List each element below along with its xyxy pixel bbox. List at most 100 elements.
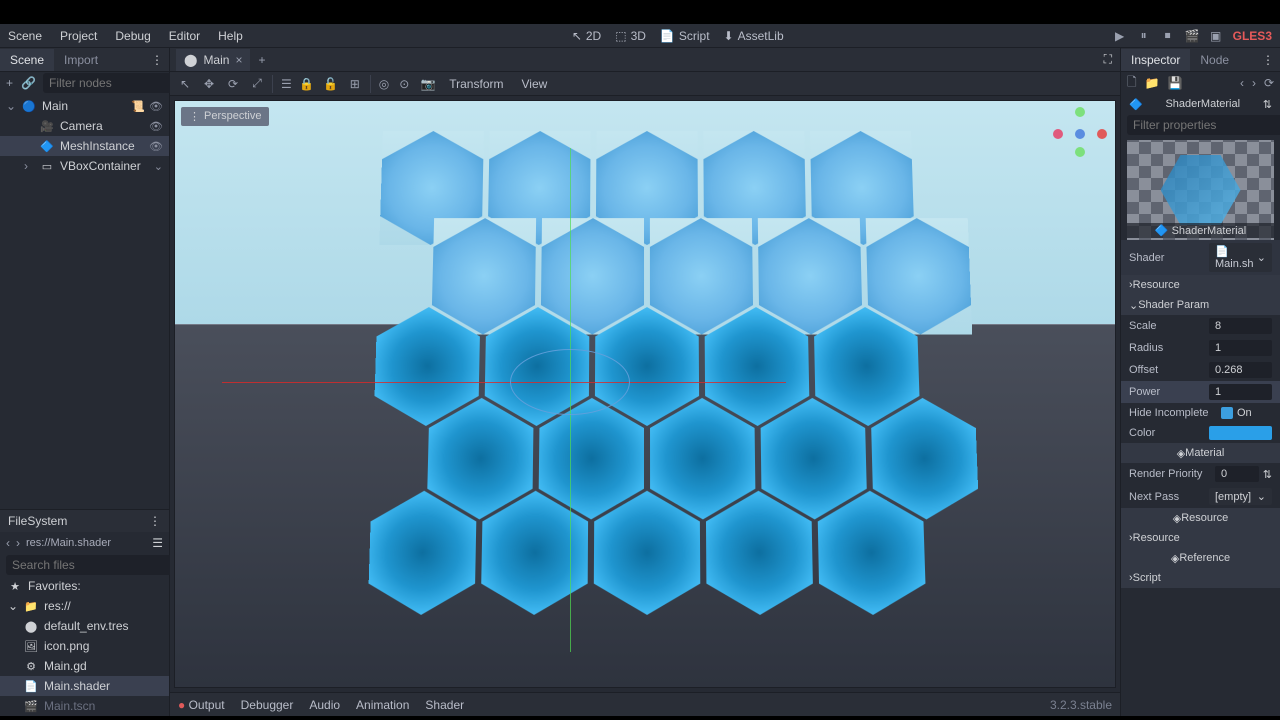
move-tool-icon[interactable]: ✥: [200, 75, 218, 93]
transform-menu[interactable]: Transform: [443, 77, 509, 91]
group-script[interactable]: › Script: [1121, 568, 1280, 588]
tab-2d[interactable]: ↖ 2D: [572, 29, 601, 43]
link-icon[interactable]: 🔗: [21, 76, 35, 90]
bottom-animation[interactable]: Animation: [356, 698, 409, 712]
tab-import-panel[interactable]: Import: [54, 49, 108, 71]
stop-icon[interactable]: ⏹: [1161, 28, 1175, 43]
tab-3d[interactable]: ⬚ 3D: [615, 29, 646, 43]
prop-shader[interactable]: Shader 📄 Main.sh⌄: [1121, 240, 1280, 275]
select-tool-icon[interactable]: ↖: [176, 75, 194, 93]
play-custom-icon[interactable]: ▣: [1209, 29, 1223, 43]
snap-icon[interactable]: ⊙: [395, 75, 413, 93]
orientation-gizmo[interactable]: [1053, 107, 1109, 163]
tab-assetlib[interactable]: ⬇ AssetLib: [724, 29, 784, 43]
prop-power[interactable]: Power 1: [1121, 381, 1280, 403]
visibility-icon[interactable]: ⌄: [154, 160, 163, 173]
bottom-output[interactable]: Output: [178, 698, 225, 712]
perspective-button[interactable]: ⋮Perspective: [181, 107, 269, 126]
forward-icon[interactable]: ›: [16, 536, 20, 550]
history-icon[interactable]: ⟳: [1264, 76, 1274, 90]
panel-menu-icon[interactable]: ⋮: [145, 53, 169, 67]
play-icon[interactable]: ▶: [1113, 29, 1127, 43]
prop-scale[interactable]: Scale 8: [1121, 315, 1280, 337]
play-scene-icon[interactable]: 🎬: [1185, 29, 1199, 43]
history-fwd-icon[interactable]: ›: [1252, 76, 1256, 90]
file-item[interactable]: 🖼 icon.png: [0, 636, 169, 656]
lock-icon[interactable]: 🔒: [298, 75, 316, 93]
chevron-down-icon[interactable]: ⌄: [1257, 251, 1266, 264]
pause-icon[interactable]: ⏸: [1137, 28, 1151, 43]
chevron-down-icon[interactable]: ⌄: [1257, 490, 1266, 503]
history-back-icon[interactable]: ‹: [1240, 76, 1244, 90]
scale-tool-icon[interactable]: ⤢: [248, 75, 266, 93]
visibility-icon[interactable]: 👁: [149, 140, 163, 153]
tree-node-camera[interactable]: 🎥 Camera 👁: [0, 116, 169, 136]
local-space-icon[interactable]: ◎: [370, 75, 389, 93]
file-item[interactable]: ⬤ default_env.tres: [0, 616, 169, 636]
visibility-icon[interactable]: 👁: [149, 100, 163, 113]
script-attached-icon[interactable]: 📜: [131, 100, 145, 113]
rotation-gizmo[interactable]: [510, 349, 630, 415]
file-item[interactable]: ⚙ Main.gd: [0, 656, 169, 676]
list-tool-icon[interactable]: ☰: [272, 75, 292, 93]
file-item[interactable]: 📄 Main.shader: [0, 676, 169, 696]
bottom-debugger[interactable]: Debugger: [241, 698, 294, 712]
neg-x-dot[interactable]: [1053, 129, 1063, 139]
bottom-shader[interactable]: Shader: [425, 698, 464, 712]
z-axis-dot[interactable]: [1075, 129, 1085, 139]
close-icon[interactable]: ×: [235, 53, 242, 67]
file-item[interactable]: 🎬 Main.tscn: [0, 696, 169, 716]
tree-node-main[interactable]: ⌄ 🔵 Main 📜👁: [0, 96, 169, 116]
group-resource[interactable]: › Resource: [1121, 275, 1280, 295]
chevron-down-icon[interactable]: ⌄: [6, 99, 16, 113]
menu-project[interactable]: Project: [60, 29, 97, 43]
filter-properties-input[interactable]: [1127, 115, 1280, 135]
tree-node-meshinstance[interactable]: 🔷 MeshInstance 👁: [0, 136, 169, 156]
x-axis-dot[interactable]: [1097, 129, 1107, 139]
spinner-icon[interactable]: ⇅: [1259, 468, 1272, 481]
tab-inspector[interactable]: Inspector: [1121, 49, 1190, 71]
back-icon[interactable]: ‹: [6, 536, 10, 550]
prop-hide-incomplete[interactable]: Hide Incomplete On: [1121, 403, 1280, 423]
material-preview[interactable]: 🔷 ShaderMaterial: [1127, 140, 1274, 240]
prop-color[interactable]: Color: [1121, 423, 1280, 443]
folder-root[interactable]: ⌄ 📁 res://: [0, 596, 169, 616]
add-tab-icon[interactable]: +: [250, 53, 273, 67]
view-menu[interactable]: View: [515, 77, 553, 91]
prop-offset[interactable]: Offset 0.268: [1121, 359, 1280, 381]
group-resource2[interactable]: › Resource: [1121, 528, 1280, 548]
expand-icon[interactable]: ⇅: [1263, 98, 1272, 111]
color-swatch[interactable]: [1209, 426, 1272, 440]
tab-scene-panel[interactable]: Scene: [0, 49, 54, 71]
new-resource-icon[interactable]: 🗋: [1127, 73, 1137, 94]
menu-help[interactable]: Help: [218, 29, 243, 43]
tab-node[interactable]: Node: [1190, 49, 1239, 71]
menu-scene[interactable]: Scene: [8, 29, 42, 43]
checkbox-icon[interactable]: [1221, 407, 1233, 419]
chevron-right-icon[interactable]: ›: [24, 159, 34, 173]
chevron-down-icon[interactable]: ⌄: [8, 599, 18, 613]
camera-override-icon[interactable]: 📷: [419, 75, 437, 93]
bottom-audio[interactable]: Audio: [309, 698, 340, 712]
group-icon[interactable]: ⊞: [346, 75, 364, 93]
prop-radius[interactable]: Radius 1: [1121, 337, 1280, 359]
view-mode-icon[interactable]: ☰: [152, 536, 163, 550]
load-resource-icon[interactable]: 📁: [1145, 76, 1160, 90]
breadcrumb[interactable]: ShaderMaterial: [1165, 98, 1240, 110]
filesystem-search-input[interactable]: [6, 555, 173, 575]
unlock-icon[interactable]: 🔓: [322, 75, 340, 93]
rotate-tool-icon[interactable]: ⟳: [224, 75, 242, 93]
y-axis-dot[interactable]: [1075, 107, 1085, 117]
prop-next-pass[interactable]: Next Pass [empty]⌄: [1121, 485, 1280, 508]
menu-editor[interactable]: Editor: [169, 29, 200, 43]
save-resource-icon[interactable]: 💾: [1168, 76, 1183, 90]
menu-debug[interactable]: Debug: [115, 29, 150, 43]
tab-script[interactable]: 📄 Script: [660, 29, 710, 43]
3d-viewport[interactable]: ⋮Perspective: [174, 100, 1116, 688]
panel-menu-icon[interactable]: ⋮: [149, 514, 161, 528]
scene-tab-main[interactable]: ⬤ Main ×: [176, 49, 250, 71]
neg-y-dot[interactable]: [1075, 147, 1085, 157]
renderer-label[interactable]: GLES3: [1233, 29, 1272, 43]
add-node-icon[interactable]: +: [6, 76, 13, 90]
group-shader-param[interactable]: ⌄ Shader Param: [1121, 295, 1280, 315]
